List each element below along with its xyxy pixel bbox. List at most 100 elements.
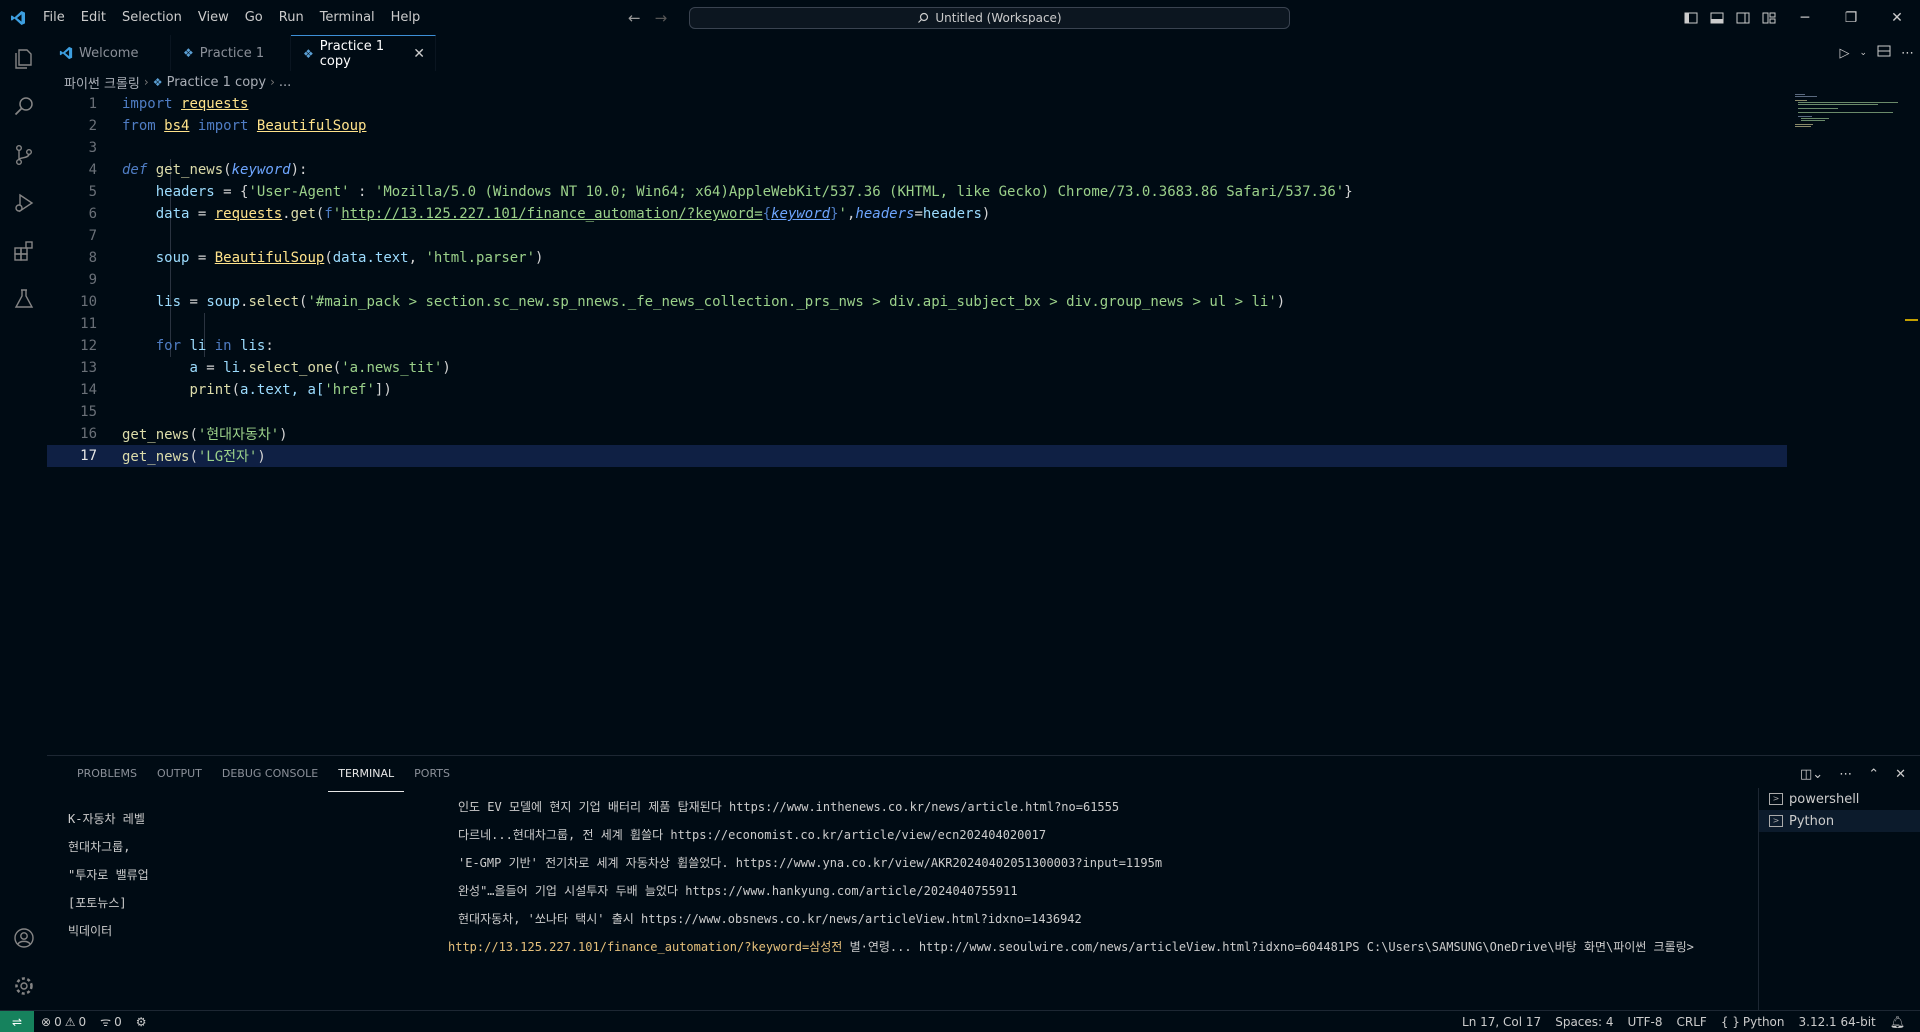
- close-window-icon[interactable]: ✕: [1874, 0, 1920, 35]
- code-line[interactable]: 5 headers = {'User-Agent' : 'Mozilla/5.0…: [47, 181, 1787, 203]
- toggle-panel-icon[interactable]: [1704, 0, 1730, 35]
- end-of-line[interactable]: CRLF: [1670, 1015, 1714, 1029]
- menu-help[interactable]: Help: [383, 0, 429, 35]
- problems-status[interactable]: ⊗ 0 ⚠ 0: [34, 1015, 93, 1029]
- code-line[interactable]: 14 print(a.text, a['href']): [47, 379, 1787, 401]
- code-text: lis = soup.select('#main_pack > section.…: [155, 294, 1286, 310]
- code-line[interactable]: 8 soup = BeautifulSoup(data.text, 'html.…: [47, 247, 1787, 269]
- command-center-search[interactable]: Untitled (Workspace): [689, 7, 1290, 29]
- explorer-icon[interactable]: [0, 35, 47, 83]
- warning-icon: ⚠: [64, 1014, 76, 1029]
- search-icon[interactable]: [0, 83, 47, 131]
- tab-ports[interactable]: PORTS: [404, 756, 460, 792]
- minimize-icon[interactable]: ─: [1782, 0, 1828, 35]
- manage-gear-icon[interactable]: [0, 962, 47, 1010]
- code-line[interactable]: 1 import requests: [47, 93, 1787, 115]
- tab-label: Practice 1: [199, 45, 265, 61]
- python-interpreter[interactable]: 3.12.1 64-bit: [1792, 1015, 1883, 1029]
- customize-layout-icon[interactable]: [1756, 0, 1782, 35]
- account-icon[interactable]: [0, 914, 47, 962]
- menu-terminal[interactable]: Terminal: [312, 0, 383, 35]
- breadcrumb-folder[interactable]: 파이썬 크롤링: [64, 73, 140, 92]
- ports-status[interactable]: ᯤ0: [93, 1013, 129, 1030]
- code-line-current[interactable]: 17 get_news('LG전자'): [47, 445, 1787, 467]
- tab-terminal[interactable]: TERMINAL: [328, 756, 405, 792]
- menu-run[interactable]: Run: [271, 0, 312, 35]
- tab-welcome[interactable]: Welcome: [47, 35, 171, 71]
- more-actions-icon[interactable]: ⋯: [1839, 767, 1852, 782]
- encoding[interactable]: UTF-8: [1621, 1015, 1670, 1029]
- tab-debug-console[interactable]: DEBUG CONSOLE: [212, 756, 328, 792]
- extensions-icon[interactable]: [0, 227, 47, 275]
- braces-icon: { }: [1720, 1015, 1740, 1029]
- tab-practice-1-copy[interactable]: ❖ Practice 1 copy ✕: [291, 35, 436, 71]
- breadcrumb-file[interactable]: Practice 1 copy: [167, 75, 267, 90]
- breadcrumb-more[interactable]: ...: [279, 75, 291, 90]
- tab-practice-1[interactable]: ❖ Practice 1: [171, 35, 291, 71]
- chevron-right-icon: ›: [143, 75, 149, 89]
- code-line[interactable]: 6 data = requests.get(f'http://13.125.22…: [47, 203, 1787, 225]
- line-number: 8: [88, 250, 97, 266]
- close-panel-icon[interactable]: ✕: [1895, 767, 1906, 782]
- testing-flask-icon[interactable]: [0, 275, 47, 323]
- python-icon: ❖: [303, 46, 314, 61]
- code-line[interactable]: 10 lis = soup.select('#main_pack > secti…: [47, 291, 1787, 313]
- language-mode[interactable]: { } Python: [1714, 1015, 1792, 1029]
- tab-problems[interactable]: PROBLEMS: [67, 756, 147, 792]
- remote-indicator-icon[interactable]: ⇌: [0, 1010, 34, 1032]
- terminal-instance-powershell[interactable]: > powershell: [1759, 788, 1920, 810]
- debug-status[interactable]: ⚙: [129, 1015, 154, 1029]
- scrollbar-marker: [1905, 319, 1918, 321]
- code-line[interactable]: 9: [47, 269, 1787, 291]
- code-line[interactable]: 12 for li in lis:: [47, 335, 1787, 357]
- terminal-text: 빅데이터: [68, 924, 113, 938]
- run-and-debug-icon[interactable]: [0, 179, 47, 227]
- restore-icon[interactable]: ❐: [1828, 0, 1874, 35]
- split-editor-icon[interactable]: [1877, 44, 1891, 62]
- title-bar-controls: ─ ❐ ✕: [1678, 0, 1920, 35]
- run-python-file-icon[interactable]: ▷: [1839, 46, 1849, 61]
- toggle-secondary-sidebar-icon[interactable]: [1730, 0, 1756, 35]
- bottom-panel: PROBLEMS OUTPUT DEBUG CONSOLE TERMINAL P…: [47, 755, 1920, 1011]
- minimap[interactable]: [1790, 93, 1905, 153]
- line-number: 16: [80, 426, 97, 442]
- close-tab-icon[interactable]: ✕: [413, 46, 425, 62]
- menu-view[interactable]: View: [190, 0, 237, 35]
- code-line[interactable]: 11: [47, 313, 1787, 335]
- code-line[interactable]: 7: [47, 225, 1787, 247]
- menu-edit[interactable]: Edit: [73, 0, 114, 35]
- maximize-panel-icon[interactable]: ⌃: [1868, 767, 1879, 782]
- code-editor[interactable]: 1 import requests 2 from bs4 import Beauti…: [47, 93, 1920, 755]
- code-text: print(a.text, a['href']): [189, 382, 392, 398]
- code-line[interactable]: 13 a = li.select_one('a.news_tit'): [47, 357, 1787, 379]
- forward-arrow-icon[interactable]: →: [655, 9, 668, 27]
- terminal-instance-python[interactable]: > Python: [1759, 810, 1920, 832]
- notifications-bell-icon[interactable]: 🔔︎: [1883, 1015, 1912, 1029]
- menu-selection[interactable]: Selection: [114, 0, 190, 35]
- code-line[interactable]: 15: [47, 401, 1787, 423]
- code-line[interactable]: 16 get_news('현대자동차'): [47, 423, 1787, 445]
- terminal-prompt-line: http://13.125.227.101/finance_automation…: [448, 940, 1694, 954]
- title-bar: File Edit Selection View Go Run Terminal…: [0, 0, 1920, 35]
- menu-go[interactable]: Go: [237, 0, 271, 35]
- code-text: from bs4 import BeautifulSoup: [122, 118, 367, 134]
- error-icon: ⊗: [41, 1014, 52, 1029]
- terminal-text: 인도 EV 모델에 현지 기업 배터리 제품 탑재된다 https://www.…: [458, 800, 1120, 814]
- split-terminal-icon[interactable]: ◫⌄: [1800, 767, 1823, 782]
- vscode-logo-icon: [0, 0, 35, 35]
- tab-output[interactable]: OUTPUT: [147, 756, 212, 792]
- chevron-right-icon: ›: [270, 75, 275, 89]
- cursor-position[interactable]: Ln 17, Col 17: [1455, 1015, 1548, 1029]
- more-actions-icon[interactable]: ⋯: [1901, 46, 1914, 61]
- code-line[interactable]: 4 def get_news(keyword):: [47, 159, 1787, 181]
- source-control-icon[interactable]: [0, 131, 47, 179]
- chevron-down-icon[interactable]: ⌄: [1859, 48, 1867, 58]
- indentation[interactable]: Spaces: 4: [1548, 1015, 1620, 1029]
- back-arrow-icon[interactable]: ←: [628, 9, 641, 27]
- code-line[interactable]: 2 from bs4 import BeautifulSoup: [47, 115, 1787, 137]
- terminal-output[interactable]: K-자동차 레벨 현대차그룹, "투자로 밸류업 [포토뉴스] 빅데이터 인도 …: [68, 798, 1798, 1008]
- menu-file[interactable]: File: [35, 0, 73, 35]
- line-number: 3: [88, 140, 97, 156]
- toggle-primary-sidebar-icon[interactable]: [1678, 0, 1704, 35]
- code-line[interactable]: 3: [47, 137, 1787, 159]
